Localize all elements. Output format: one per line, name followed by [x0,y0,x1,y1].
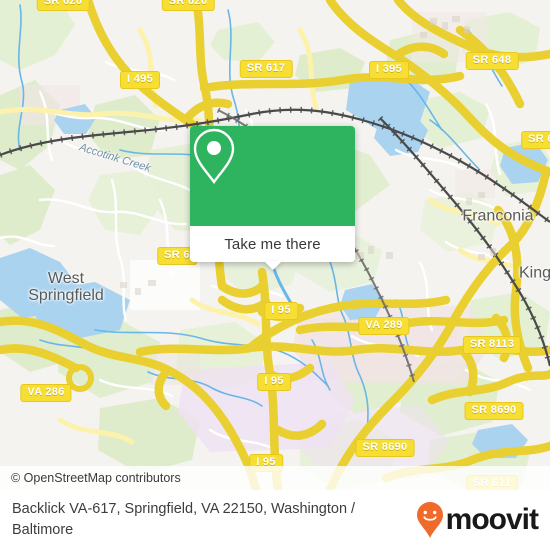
road-shield: SR 8113 [462,336,522,354]
road-shield: SR 8690 [464,402,524,420]
map-canvas[interactable]: SR 620 SR 620 I 495 SR 617 I 395 SR 648 … [0,0,550,490]
popup-action-row[interactable]: Take me there [190,226,355,262]
popup-header [190,126,355,226]
road-shield: I 395 [369,61,409,79]
take-me-there-label: Take me there [224,235,321,253]
moovit-wordmark: moovit [445,503,539,536]
road-shield: SR 620 [36,0,90,11]
place-label-kingstowne: King [518,264,550,282]
popup-pointer-tail [263,261,282,270]
road-shield: SR 6 [521,131,550,149]
location-popup-card[interactable]: Take me there [190,126,355,270]
road-shield: SR 617 [239,60,293,78]
road-shield: I 95 [264,302,298,320]
map-attribution-bar: © OpenStreetMap contributors [0,466,550,490]
location-title: Backlick VA-617, Springfield, VA 22150, … [12,501,356,538]
place-label-west-springfield: West Springfield [28,270,104,304]
road-shield: SR 648 [465,52,519,70]
place-label-franconia: Franconia [462,207,534,225]
road-shield: I 495 [120,71,160,89]
road-shield: VA 286 [20,384,72,402]
moovit-logo[interactable]: moovit [415,501,550,539]
road-shield: SR 620 [161,0,215,11]
footer-bar: Backlick VA-617, Springfield, VA 22150, … [0,490,550,550]
map-pin-icon [193,128,235,185]
road-shield: VA 289 [358,317,410,335]
page-root: SR 620 SR 620 I 495 SR 617 I 395 SR 648 … [0,0,550,550]
moovit-pin-icon [416,502,443,538]
road-shield: I 95 [257,373,291,391]
osm-attribution-text[interactable]: © OpenStreetMap contributors [0,471,181,485]
road-shield: SR 8690 [355,439,415,457]
